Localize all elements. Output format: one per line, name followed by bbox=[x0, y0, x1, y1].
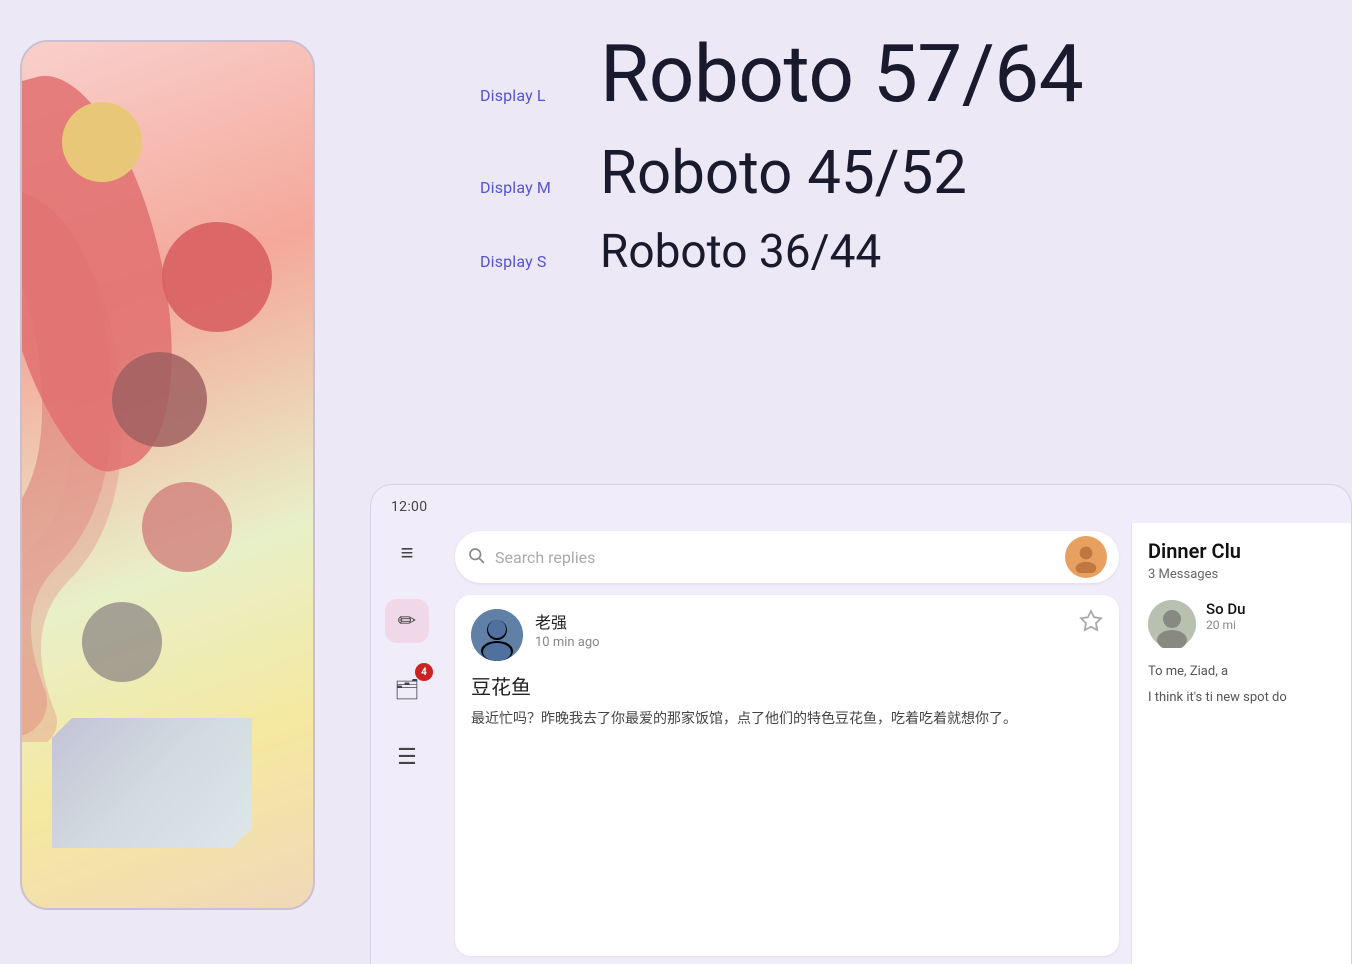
message-header: 老强 10 min ago bbox=[471, 609, 1103, 661]
message-time: 10 min ago bbox=[535, 635, 1067, 650]
message-card: 老强 10 min ago 豆花鱼 最近忙吗？昨晚我去了你最爱的那家饭馆，点了他… bbox=[455, 595, 1119, 956]
app-mockup: 12:00 ≡ ✏ 🗂 4 ☰ bbox=[340, 484, 1352, 964]
left-phone-panel bbox=[0, 0, 340, 964]
sidebar-compose-icon[interactable]: ✏ bbox=[385, 599, 429, 643]
display-l-label: Display L bbox=[480, 86, 600, 105]
star-button[interactable] bbox=[1079, 609, 1103, 639]
display-l-text: Roboto 57/64 bbox=[600, 30, 1083, 120]
user-avatar[interactable] bbox=[1065, 536, 1107, 578]
app-time: 12:00 bbox=[391, 499, 427, 515]
messages-count: 3 Messages bbox=[1148, 567, 1335, 582]
app-main-content: Search replies bbox=[443, 523, 1131, 964]
app-sidebar: ≡ ✏ 🗂 4 ☰ bbox=[371, 523, 443, 964]
app-time-bar: 12:00 bbox=[371, 485, 1351, 523]
search-icon bbox=[467, 546, 485, 569]
app-right-panel: Dinner Clu 3 Messages So Du 20 bbox=[1131, 523, 1351, 964]
sender-avatar bbox=[471, 609, 523, 661]
display-s-label: Display S bbox=[480, 252, 600, 271]
message-body: 最近忙吗？昨晚我去了你最爱的那家饭馆，点了他们的特色豆花鱼，吃着吃着就想你了。 bbox=[471, 708, 1103, 730]
contact-info: So Du 20 mi bbox=[1206, 600, 1245, 632]
notes-icon: ☰ bbox=[397, 745, 417, 770]
app-body: ≡ ✏ 🗂 4 ☰ bbox=[371, 523, 1351, 964]
sidebar-notes-icon[interactable]: ☰ bbox=[385, 735, 429, 779]
sidebar-inbox-icon[interactable]: 🗂 4 bbox=[385, 667, 429, 711]
search-placeholder-text: Search replies bbox=[495, 548, 1055, 567]
sender-info: 老强 10 min ago bbox=[535, 609, 1067, 650]
sender-name: 老强 bbox=[535, 609, 1067, 633]
phone-mockup bbox=[20, 40, 315, 910]
inbox-icon: 🗂 bbox=[394, 677, 419, 701]
message-title: 豆花鱼 bbox=[471, 671, 1103, 700]
contact-preview-1: To me, Ziad, a bbox=[1148, 662, 1335, 682]
sidebar-menu-icon[interactable]: ≡ bbox=[385, 531, 429, 575]
contact-name: So Du bbox=[1206, 600, 1245, 618]
search-bar[interactable]: Search replies bbox=[455, 531, 1119, 583]
right-contact-item: So Du 20 mi bbox=[1148, 600, 1335, 648]
display-m-row: Display M Roboto 45/52 bbox=[480, 138, 1292, 207]
contact-time: 20 mi bbox=[1206, 618, 1245, 632]
inbox-badge: 4 bbox=[415, 663, 433, 681]
right-panel: Display L Roboto 57/64 Display M Roboto … bbox=[340, 0, 1352, 964]
compose-icon: ✏ bbox=[398, 609, 416, 634]
display-l-row: Display L Roboto 57/64 bbox=[480, 30, 1292, 120]
dinner-club-title: Dinner Clu bbox=[1148, 539, 1335, 563]
contact-preview-2: I think it's ti new spot do bbox=[1148, 688, 1335, 708]
app-window: 12:00 ≡ ✏ 🗂 4 ☰ bbox=[370, 484, 1352, 964]
hamburger-icon: ≡ bbox=[401, 540, 414, 566]
display-m-label: Display M bbox=[480, 178, 600, 197]
display-s-row: Display S Roboto 36/44 bbox=[480, 225, 1292, 280]
typography-section: Display L Roboto 57/64 Display M Roboto … bbox=[340, 0, 1352, 318]
display-m-text: Roboto 45/52 bbox=[600, 138, 967, 207]
display-s-text: Roboto 36/44 bbox=[600, 225, 881, 280]
contact-avatar bbox=[1148, 600, 1196, 648]
